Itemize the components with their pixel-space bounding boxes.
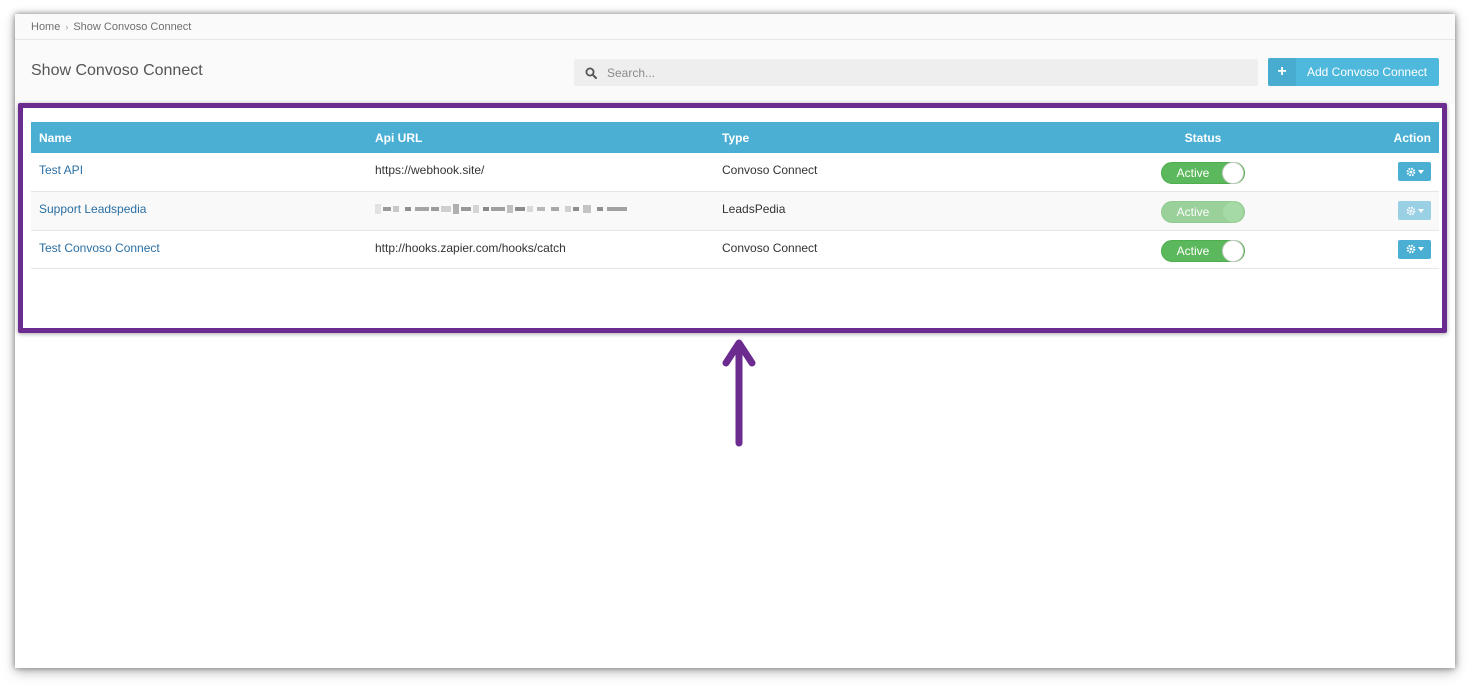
search-box[interactable] bbox=[574, 59, 1258, 86]
add-button-label: Add Convoso Connect bbox=[1307, 65, 1428, 79]
add-convoso-connect-button[interactable]: + Add Convoso Connect bbox=[1268, 58, 1439, 86]
chevron-right-icon: › bbox=[65, 21, 69, 32]
breadcrumb: Home › Show Convoso Connect bbox=[15, 14, 1455, 40]
search-icon bbox=[585, 67, 597, 79]
arrow-up-icon bbox=[722, 339, 756, 447]
breadcrumb-current: Show Convoso Connect bbox=[73, 20, 192, 33]
plus-icon: + bbox=[1268, 58, 1296, 86]
page-header: Show Convoso Connect + Add Convoso Conne… bbox=[15, 40, 1455, 104]
breadcrumb-home[interactable]: Home bbox=[31, 21, 60, 33]
search-input[interactable] bbox=[607, 65, 1227, 80]
page-title: Show Convoso Connect bbox=[31, 62, 203, 79]
annotation-highlight-box bbox=[18, 103, 1447, 333]
